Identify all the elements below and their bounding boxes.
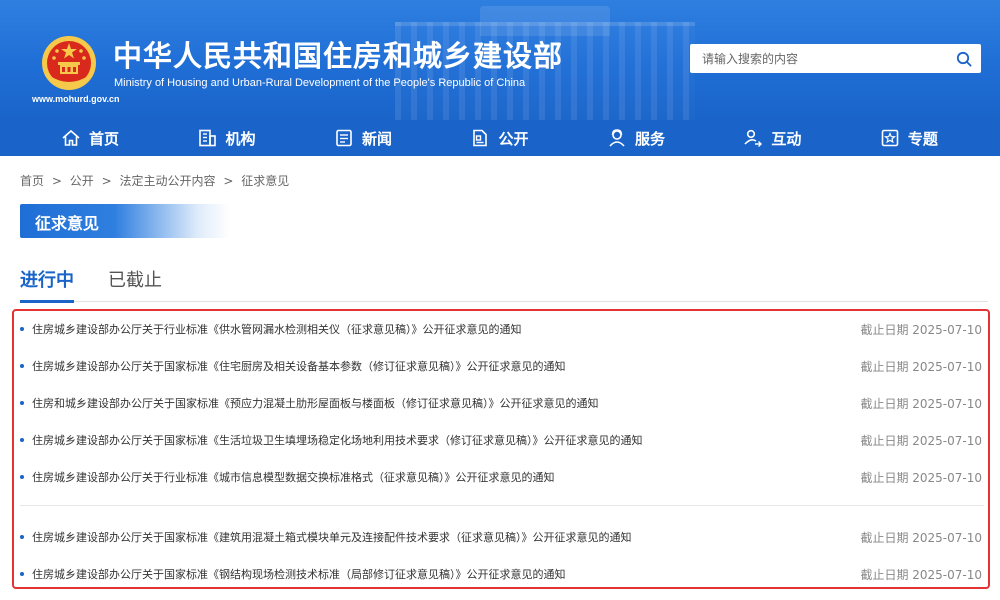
interaction-icon	[744, 129, 763, 147]
nav-item-interaction[interactable]: 互动	[742, 120, 801, 156]
list-item-deadline: 截止日期 2025-07-10	[860, 567, 982, 582]
list-item-title[interactable]: 住房城乡建设部办公厅关于国家标准《钢结构现场检测技术标准（局部修订征求意见稿）》…	[32, 566, 566, 582]
list-item-title[interactable]: 住房城乡建设部办公厅关于国家标准《建筑用混凝土箱式模块单元及连接配件技术要求（征…	[32, 529, 632, 545]
bullet-icon	[20, 572, 24, 576]
list-item[interactable]: 住房城乡建设部办公厅关于国家标准《生活垃圾卫生填埋场稳定化场地利用技术要求（修订…	[20, 429, 982, 451]
nav-item-label: 首页	[89, 129, 120, 148]
breadcrumb-separator: >	[223, 174, 234, 188]
search-icon	[956, 51, 972, 67]
list-item[interactable]: 住房城乡建设部办公厅关于国家标准《建筑用混凝土箱式模块单元及连接配件技术要求（征…	[20, 526, 982, 548]
list-item[interactable]: 住房城乡建设部办公厅关于行业标准《城市信息模型数据交换标准格式（征求意见稿）》公…	[20, 466, 982, 488]
breadcrumb-item-statutory[interactable]: 法定主动公开内容	[119, 174, 215, 188]
search-input[interactable]	[690, 44, 947, 73]
section-title: 征求意见	[35, 214, 100, 233]
list-item-deadline: 截止日期 2025-07-10	[860, 433, 982, 448]
list-item[interactable]: 住房和城乡建设部办公厅关于国家标准《预应力混凝土肋形屋面板与楼面板（修订征求意见…	[20, 392, 982, 414]
site-subtitle: Ministry of Housing and Urban-Rural Deve…	[114, 77, 526, 89]
search-button[interactable]	[947, 44, 981, 73]
list-item[interactable]: 住房城乡建设部办公厅关于行业标准《供水管网漏水检测相关仪（征求意见稿）》公开征求…	[20, 318, 982, 340]
bullet-icon	[20, 475, 24, 479]
list-item-deadline: 截止日期 2025-07-10	[860, 359, 982, 374]
tab-ongoing[interactable]: 进行中	[20, 262, 74, 303]
consultation-list: 住房城乡建设部办公厅关于行业标准《供水管网漏水检测相关仪（征求意见稿）》公开征求…	[12, 309, 990, 589]
list-item-deadline: 截止日期 2025-07-10	[860, 322, 982, 337]
list-divider	[20, 505, 984, 506]
nav-item-news[interactable]: 新闻	[333, 120, 392, 156]
nav-item-organization[interactable]: 机构	[196, 120, 256, 156]
nav-item-service[interactable]: 服务	[606, 120, 665, 156]
main-nav: 首页 机构 新闻 公开 服务 互动 专题	[0, 120, 1000, 156]
list-item-deadline: 截止日期 2025-07-10	[860, 396, 982, 411]
star-icon	[881, 129, 899, 147]
news-icon	[336, 129, 352, 147]
breadcrumb-item-current[interactable]: 征求意见	[241, 174, 289, 188]
bullet-icon	[20, 401, 24, 405]
list-item-deadline: 截止日期 2025-07-10	[860, 470, 982, 485]
nav-item-label: 服务	[634, 129, 665, 148]
breadcrumb-separator: >	[101, 174, 112, 188]
national-emblem-icon	[42, 36, 96, 90]
breadcrumb: 首页 > 公开 > 法定主动公开内容 > 征求意见	[20, 172, 289, 189]
building-icon	[199, 129, 217, 147]
list-item-title[interactable]: 住房和城乡建设部办公厅关于国家标准《预应力混凝土肋形屋面板与楼面板（修订征求意见…	[32, 395, 599, 411]
tab-closed[interactable]: 已截止	[108, 262, 162, 302]
document-icon	[473, 129, 488, 147]
nav-item-label: 互动	[771, 129, 802, 148]
list-item-deadline: 截止日期 2025-07-10	[860, 530, 982, 545]
nav-item-public[interactable]: 公开	[469, 120, 528, 156]
list-item[interactable]: 住房城乡建设部办公厅关于国家标准《住宅厨房及相关设备基本参数（修订征求意见稿）》…	[20, 355, 982, 377]
header-banner: www.mohurd.gov.cn 中华人民共和国住房和城乡建设部 Minist…	[0, 0, 1000, 120]
bullet-icon	[20, 438, 24, 442]
nav-item-label: 专题	[907, 129, 938, 148]
bullet-icon	[20, 535, 24, 539]
breadcrumb-separator: >	[51, 174, 62, 188]
section-header: 征求意见	[20, 204, 230, 238]
search-box	[690, 44, 981, 73]
nav-item-topics[interactable]: 专题	[879, 120, 938, 156]
service-icon	[609, 129, 625, 147]
list-item-title[interactable]: 住房城乡建设部办公厅关于国家标准《生活垃圾卫生填埋场稳定化场地利用技术要求（修订…	[32, 432, 643, 448]
breadcrumb-item-public[interactable]: 公开	[70, 174, 94, 188]
bullet-icon	[20, 364, 24, 368]
status-tabs: 进行中 已截止	[20, 262, 988, 303]
list-item-title[interactable]: 住房城乡建设部办公厅关于国家标准《住宅厨房及相关设备基本参数（修订征求意见稿）》…	[32, 358, 566, 374]
nav-item-label: 机构	[225, 129, 256, 148]
home-icon	[62, 129, 80, 146]
site-title: 中华人民共和国住房和城乡建设部	[113, 39, 564, 73]
list-item[interactable]: 住房城乡建设部办公厅关于国家标准《钢结构现场检测技术标准（局部修订征求意见稿）》…	[20, 563, 982, 585]
list-item-title[interactable]: 住房城乡建设部办公厅关于行业标准《城市信息模型数据交换标准格式（征求意见稿）》公…	[32, 469, 555, 485]
nav-item-home[interactable]: 首页	[60, 120, 119, 156]
list-item-title[interactable]: 住房城乡建设部办公厅关于行业标准《供水管网漏水检测相关仪（征求意见稿）》公开征求…	[32, 321, 522, 337]
breadcrumb-item-home[interactable]: 首页	[20, 174, 44, 188]
bullet-icon	[20, 327, 24, 331]
nav-item-label: 新闻	[361, 129, 392, 148]
site-url: www.mohurd.gov.cn	[32, 94, 120, 104]
nav-item-label: 公开	[498, 129, 529, 148]
